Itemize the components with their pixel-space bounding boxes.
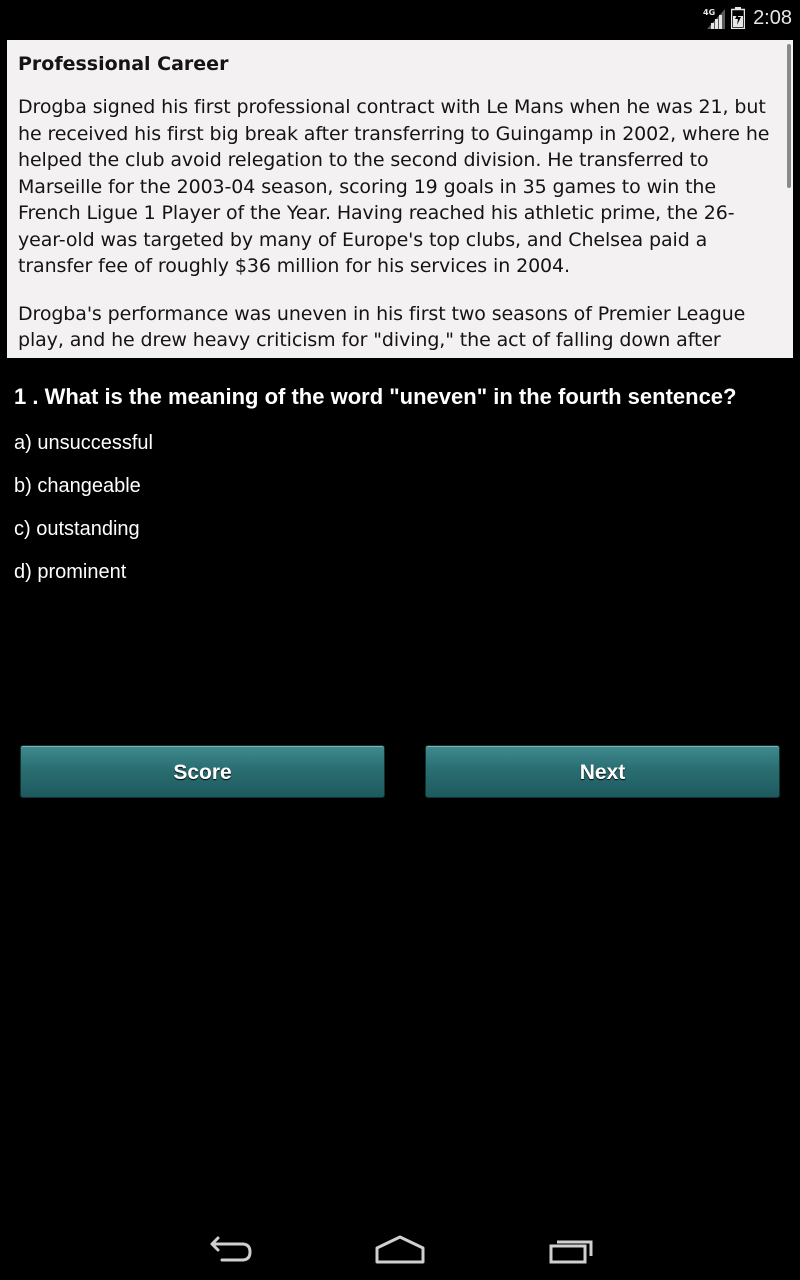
navigation-bar xyxy=(0,1220,800,1280)
back-icon[interactable] xyxy=(206,1234,254,1266)
article-paragraph: Drogba signed his first professional con… xyxy=(18,96,770,277)
article-panel[interactable]: Professional Career Drogba signed his fi… xyxy=(7,40,793,358)
article-scrollbar[interactable] xyxy=(787,44,791,188)
network-type-label: 4G xyxy=(703,8,715,17)
status-indicators: 4G 2:08 xyxy=(703,4,792,32)
clock: 2:08 xyxy=(753,6,792,29)
status-bar: 4G 2:08 xyxy=(0,0,800,36)
answer-option-d[interactable]: d) prominent xyxy=(14,559,126,585)
article-content: Professional Career Drogba signed his fi… xyxy=(7,40,793,354)
battery-icon xyxy=(731,7,746,29)
score-button[interactable]: Score xyxy=(20,745,385,798)
article-paragraph: Drogba's performance was uneven in his f… xyxy=(18,302,746,352)
answer-option-a[interactable]: a) unsuccessful xyxy=(14,430,153,456)
signal-icon: 4G xyxy=(703,8,726,29)
answer-option-c[interactable]: c) outstanding xyxy=(14,516,140,542)
answer-option-b[interactable]: b) changeable xyxy=(14,473,141,499)
next-button[interactable]: Next xyxy=(425,745,780,798)
home-icon[interactable] xyxy=(373,1234,427,1266)
recent-apps-icon[interactable] xyxy=(547,1234,597,1266)
article-title: Professional Career xyxy=(18,53,229,75)
question-text: 1 . What is the meaning of the word "une… xyxy=(14,384,737,409)
